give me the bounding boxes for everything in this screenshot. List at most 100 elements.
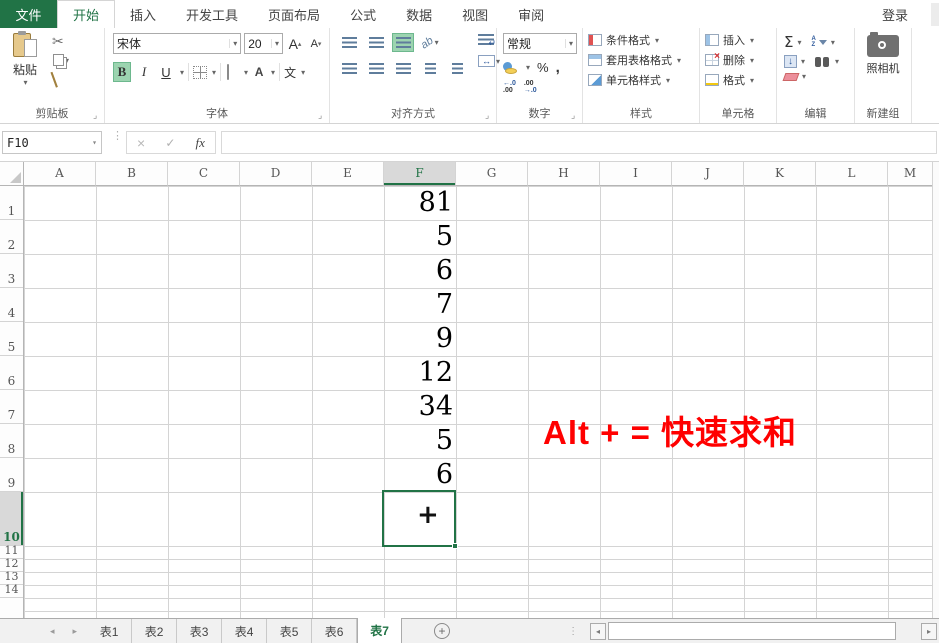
row-header[interactable]: 9 — [0, 458, 23, 492]
find-select-binoculars-icon[interactable] — [815, 57, 831, 67]
cell-F8[interactable]: 5 — [384, 424, 453, 458]
borders-icon[interactable] — [193, 66, 207, 79]
borders-dropdown-arrow-icon[interactable]: ▾ — [212, 68, 216, 77]
format-as-table-button[interactable]: 套用表格格式 ▾ — [588, 52, 699, 68]
tab-home[interactable]: 开始 — [57, 0, 115, 28]
comma-style-button[interactable]: , — [556, 59, 560, 76]
phonetic-dropdown-arrow-icon[interactable]: ▾ — [301, 68, 305, 77]
align-bottom-icon[interactable] — [392, 33, 414, 52]
delete-cells-button[interactable]: 删除 ▾ — [705, 52, 776, 68]
column-header[interactable]: D — [240, 162, 312, 186]
number-dialog-launcher-icon[interactable] — [571, 111, 580, 120]
column-header[interactable]: L — [816, 162, 888, 186]
clipboard-dialog-launcher-icon[interactable] — [93, 111, 102, 120]
sheet-tab-5[interactable]: 表5 — [267, 619, 312, 643]
decrease-decimal-icon[interactable]: .00→.0 — [524, 80, 537, 94]
cell-F7[interactable]: 34 — [384, 390, 453, 424]
percent-style-button[interactable]: % — [537, 60, 549, 75]
copy-dropdown-arrow-icon[interactable]: ▾ — [65, 56, 69, 65]
increase-font-size-button[interactable]: A▴ — [286, 34, 304, 54]
enter-button[interactable]: ✓ — [165, 136, 175, 150]
add-sheet-button[interactable]: + — [434, 623, 450, 639]
vertical-scrollbar[interactable] — [932, 162, 939, 618]
cell-F1[interactable]: 81 — [384, 186, 453, 220]
sheet-tab-7-active[interactable]: 表7 — [357, 618, 402, 643]
font-dialog-launcher-icon[interactable] — [318, 111, 327, 120]
scroll-left-icon[interactable]: ◂ — [590, 623, 606, 640]
column-header[interactable]: M — [888, 162, 932, 186]
column-header[interactable]: K — [744, 162, 816, 186]
italic-button[interactable]: I — [135, 62, 153, 82]
camera-button[interactable]: 照相机 — [855, 28, 911, 76]
number-format-combo[interactable]: 常规 ▾ — [503, 33, 577, 54]
conditional-formatting-button[interactable]: 条件格式 ▾ — [588, 32, 699, 48]
row-header[interactable]: 6 — [0, 356, 23, 390]
format-painter-icon[interactable] — [51, 69, 66, 82]
decrease-font-size-button[interactable]: A▾ — [307, 34, 325, 54]
align-center-icon[interactable] — [365, 59, 387, 78]
cell-F3[interactable]: 6 — [384, 254, 453, 288]
font-color-icon[interactable]: A — [252, 65, 266, 79]
name-box[interactable]: F10 ▾ — [2, 131, 102, 154]
bold-button[interactable]: B — [113, 62, 131, 82]
accounting-dropdown-arrow-icon[interactable]: ▾ — [526, 63, 530, 72]
align-right-icon[interactable] — [392, 59, 414, 78]
row-header[interactable]: 7 — [0, 390, 23, 424]
row-header[interactable]: 8 — [0, 424, 23, 458]
cell-F5[interactable]: 9 — [384, 322, 453, 356]
font-size-dropdown-arrow-icon[interactable]: ▾ — [271, 39, 279, 48]
number-format-dropdown-arrow-icon[interactable]: ▾ — [565, 39, 573, 48]
row-header[interactable]: 4 — [0, 288, 23, 322]
select-all-corner[interactable] — [0, 162, 24, 186]
row-header[interactable]: 2 — [0, 220, 23, 254]
format-cells-button[interactable]: 格式 ▾ — [705, 72, 776, 88]
insert-cells-button[interactable]: 插入 ▾ — [705, 32, 776, 48]
align-left-icon[interactable] — [338, 59, 360, 78]
increase-decimal-icon[interactable]: ←.0.00 — [503, 80, 516, 94]
cell-F9[interactable]: 6 — [384, 458, 453, 492]
sheet-tab-3[interactable]: 表3 — [177, 619, 222, 643]
cell-F4[interactable]: 7 — [384, 288, 453, 322]
align-top-icon[interactable] — [338, 33, 360, 52]
filter-funnel-icon[interactable] — [819, 40, 827, 45]
row-header[interactable]: 1 — [0, 186, 23, 220]
fill-dropdown-arrow-icon[interactable]: ▾ — [801, 57, 805, 66]
row-header-selected[interactable]: 10 — [0, 492, 23, 546]
tab-data[interactable]: 数据 — [391, 0, 447, 28]
sheet-nav-right-icon[interactable]: ▸ — [73, 626, 78, 637]
clear-eraser-icon[interactable] — [783, 73, 800, 81]
sheet-tab-6[interactable]: 表6 — [312, 619, 357, 643]
fill-down-icon[interactable]: ↓ — [784, 55, 797, 68]
column-header[interactable]: B — [96, 162, 168, 186]
cell-F2[interactable]: 5 — [384, 220, 453, 254]
sheet-tab-2[interactable]: 表2 — [132, 619, 177, 643]
sort-filter-icon[interactable]: AZ — [812, 36, 816, 48]
column-header[interactable]: H — [528, 162, 600, 186]
tab-file[interactable]: 文件 — [0, 0, 57, 28]
tab-insert[interactable]: 插入 — [115, 0, 171, 28]
copy-icon[interactable] — [53, 54, 64, 66]
formula-input[interactable] — [221, 131, 937, 154]
column-header[interactable]: C — [168, 162, 240, 186]
column-header[interactable]: I — [600, 162, 672, 186]
decrease-indent-icon[interactable] — [419, 59, 441, 78]
alignment-dialog-launcher-icon[interactable] — [485, 111, 494, 120]
tab-scrollbar-splitter[interactable]: ⋮ — [568, 629, 578, 634]
horizontal-scrollbar-thumb[interactable] — [608, 622, 896, 640]
column-header-selected[interactable]: F — [384, 162, 456, 186]
insert-function-button[interactable]: fx — [196, 135, 205, 151]
cell-styles-button[interactable]: 单元格样式 ▾ — [588, 72, 699, 88]
tab-developer[interactable]: 开发工具 — [171, 0, 253, 28]
sheet-tab-4[interactable]: 表4 — [222, 619, 267, 643]
sort-filter-dropdown-arrow-icon[interactable]: ▾ — [831, 38, 835, 47]
cut-scissors-icon[interactable]: ✂ — [52, 33, 69, 50]
accounting-format-icon[interactable] — [503, 62, 518, 74]
column-header[interactable]: E — [312, 162, 384, 186]
orientation-icon[interactable]: ab▾ — [419, 33, 441, 52]
sheet-tab-1[interactable]: 表1 — [87, 619, 132, 643]
row-header[interactable]: 14 — [0, 585, 23, 598]
clear-dropdown-arrow-icon[interactable]: ▾ — [802, 72, 806, 81]
wrap-text-icon[interactable]: ↵ — [478, 34, 494, 46]
merge-center-icon[interactable]: ↔ — [478, 55, 495, 67]
sign-in-button[interactable]: 登录 — [882, 0, 908, 28]
